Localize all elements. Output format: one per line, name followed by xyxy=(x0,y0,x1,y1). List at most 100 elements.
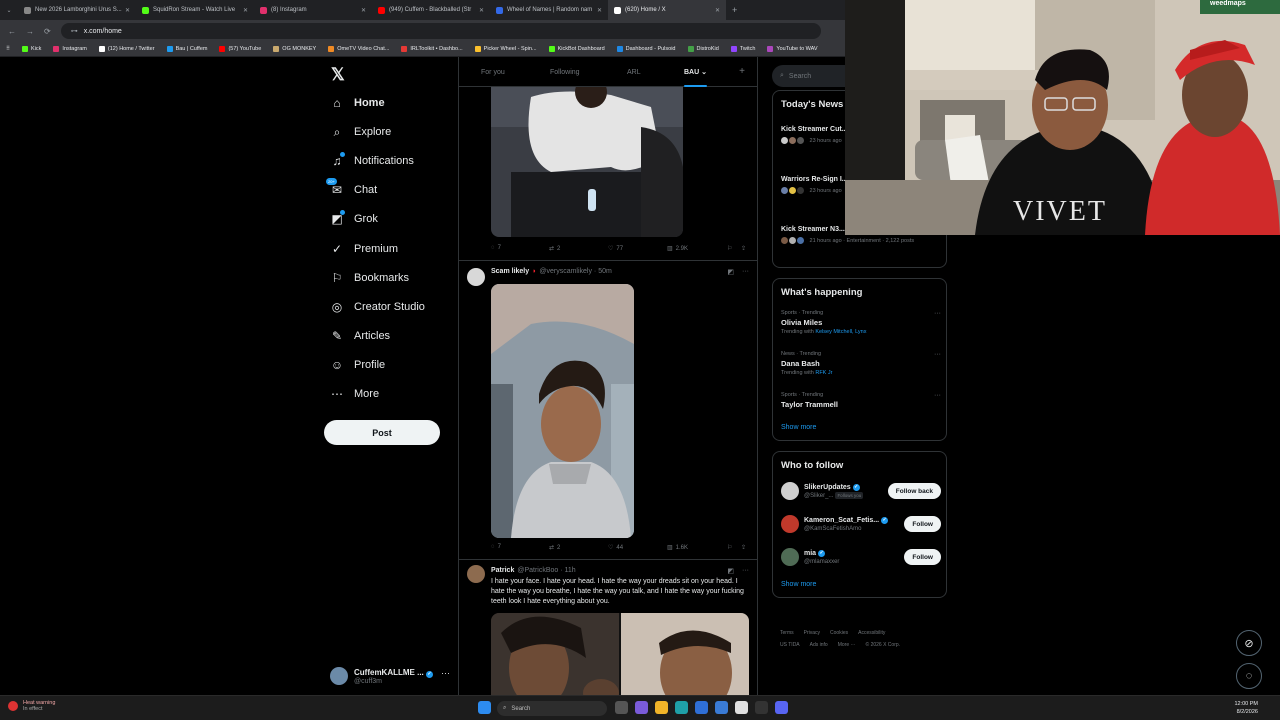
bookmark-item[interactable]: Kick xyxy=(22,46,41,52)
trend-item[interactable]: Sports · Trending Taylor Trammell ··· xyxy=(781,392,941,409)
browser-tab[interactable]: (8) Instagram ✕ xyxy=(254,0,372,20)
tab-close-icon[interactable]: ✕ xyxy=(715,7,720,14)
reload-icon[interactable]: ⟳ xyxy=(44,27,51,36)
obs-icon[interactable] xyxy=(755,701,768,714)
share-icon[interactable]: ⇪ xyxy=(741,544,746,551)
footer-link[interactable]: Cookies xyxy=(830,630,848,636)
task-view-icon[interactable] xyxy=(615,701,628,714)
bookmark-item[interactable]: Dashboard - Pulsoid xyxy=(616,46,676,52)
views-button[interactable]: ▥ 1.6K xyxy=(667,544,688,552)
copilot-icon[interactable] xyxy=(635,701,648,714)
footer-link[interactable]: Ads info xyxy=(810,642,828,648)
sidebar-item-profile[interactable]: ☺ Profile xyxy=(330,358,385,372)
bookmark-item[interactable]: KickBot Dashboard xyxy=(548,46,605,52)
like-button[interactable]: ♡ 77 xyxy=(608,245,623,253)
author-handle[interactable]: @PatrickBoo · 11h xyxy=(517,567,575,574)
footer-link[interactable]: Privacy xyxy=(804,630,820,636)
chrome-icon[interactable] xyxy=(735,701,748,714)
avatar[interactable] xyxy=(467,565,485,583)
account-switcher[interactable]: CuffemKALLME ... ✓ @cuff3m ··· xyxy=(330,662,450,690)
post-button[interactable]: Post xyxy=(324,420,440,445)
bookmark-button[interactable]: ⚐ xyxy=(727,544,732,551)
like-button[interactable]: ♡ 44 xyxy=(608,544,623,552)
author-handle[interactable]: @veryscamlikely · 50m xyxy=(539,268,611,275)
grok-icon[interactable]: ⊘ xyxy=(1236,630,1262,656)
sidebar-item-creator-studio[interactable]: ◎ Creator Studio xyxy=(330,300,425,314)
bookmark-item[interactable]: OG MONKEY xyxy=(273,46,316,52)
discord-icon[interactable] xyxy=(775,701,788,714)
sidebar-item-more[interactable]: ⋯ More xyxy=(330,387,379,401)
grok-icon[interactable]: ◩ xyxy=(727,567,734,575)
post-video[interactable] xyxy=(491,87,683,237)
more-icon[interactable]: ··· xyxy=(742,567,749,575)
show-more-link[interactable]: Show more xyxy=(781,581,816,588)
forward-icon[interactable]: → xyxy=(26,27,34,36)
follow-button[interactable]: Follow xyxy=(904,516,941,532)
repost-button[interactable]: ⇄ 2 xyxy=(549,544,560,552)
post-video[interactable] xyxy=(491,613,749,695)
footer-link[interactable]: Accessibility xyxy=(858,630,885,636)
file-explorer-icon[interactable] xyxy=(655,701,668,714)
browser-tab[interactable]: (949) Cuffem - Blackballed (Str ✕ xyxy=(372,0,490,20)
reply-button[interactable]: ◌ 7 xyxy=(491,245,501,251)
tab-arl[interactable]: ARL xyxy=(627,57,641,87)
weather-widget[interactable]: Heat warning In effect xyxy=(8,700,55,712)
bookmark-item[interactable]: Instagram xyxy=(53,46,87,52)
browser-tab[interactable]: Wheel of Names | Random nam ✕ xyxy=(490,0,608,20)
follow-back-button[interactable]: Follow back xyxy=(887,483,941,499)
views-button[interactable]: ▥ 2.9K xyxy=(667,245,688,253)
more-icon[interactable]: ··· xyxy=(934,351,941,358)
follow-suggestion[interactable]: mia ✓ @mlamaxxer Follow xyxy=(781,545,941,569)
footer-link[interactable]: Terms xyxy=(780,630,794,636)
footer-link[interactable]: More ··· xyxy=(838,642,856,648)
tab-bau[interactable]: BAU ⌄ xyxy=(684,57,707,87)
edge-icon[interactable] xyxy=(675,701,688,714)
new-tab-icon[interactable]: + xyxy=(726,5,743,15)
apps-icon[interactable]: ⠿ xyxy=(6,46,10,52)
tab-search-icon[interactable]: ⌄ xyxy=(0,7,18,14)
bookmark-item[interactable]: (12) Home / Twitter xyxy=(98,46,155,52)
trend-item[interactable]: Sports · Trending Olivia Miles Trending … xyxy=(781,310,941,335)
bookmark-item[interactable]: Picker Wheel - Spin... xyxy=(474,46,537,52)
mail-icon[interactable] xyxy=(715,701,728,714)
more-icon[interactable]: ··· xyxy=(441,668,450,678)
author-name[interactable]: Patrick xyxy=(491,567,514,574)
windows-start-icon[interactable] xyxy=(478,701,491,714)
sidebar-item-articles[interactable]: ✎ Articles xyxy=(330,329,390,343)
share-icon[interactable]: ⇪ xyxy=(741,245,746,252)
tab-following[interactable]: Following xyxy=(550,57,580,87)
bookmark-item[interactable]: Bau | Cuffem xyxy=(166,46,207,52)
tab-for-you[interactable]: For you xyxy=(481,57,505,87)
bookmark-item[interactable]: YouTube to WAV xyxy=(767,46,818,52)
more-icon[interactable]: ··· xyxy=(742,268,749,276)
bookmark-item[interactable]: (57) YouTube xyxy=(219,46,261,52)
x-logo-icon[interactable]: 𝕏 xyxy=(331,65,345,85)
repost-button[interactable]: ⇄ 2 xyxy=(549,245,560,253)
add-tab-icon[interactable]: + xyxy=(739,66,745,77)
browser-tab[interactable]: SquidRon Stream - Watch Live ✕ xyxy=(136,0,254,20)
tab-close-icon[interactable]: ✕ xyxy=(125,7,130,14)
taskbar-search[interactable]: ⌕ Search xyxy=(497,701,607,716)
show-more-link[interactable]: Show more xyxy=(781,424,816,431)
store-icon[interactable] xyxy=(695,701,708,714)
trend-item[interactable]: News · Trending Dana Bash Trending with … xyxy=(781,351,941,376)
site-info-icon[interactable]: ⊶ xyxy=(71,27,78,35)
browser-tab-active[interactable]: (620) Home / X ✕ xyxy=(608,0,726,20)
author-name[interactable]: Scam likely xyxy=(491,268,529,275)
tab-close-icon[interactable]: ✕ xyxy=(597,7,602,14)
avatar[interactable] xyxy=(467,268,485,286)
follow-button[interactable]: Follow xyxy=(904,549,941,565)
messages-icon[interactable]: ◌ xyxy=(1236,663,1262,689)
bookmark-item[interactable]: Twitch xyxy=(730,46,755,52)
reply-button[interactable]: ◌ 7 xyxy=(491,544,501,550)
sidebar-item-notifications[interactable]: ♫ Notifications xyxy=(330,152,414,168)
sidebar-item-explore[interactable]: ⌕ Explore xyxy=(330,125,392,139)
bookmark-item[interactable]: IRLToolkit • Dashbo... xyxy=(401,46,463,52)
follow-suggestion[interactable]: SlikerUpdates ✓ @Sliker_... Follows you Fo… xyxy=(781,479,941,503)
tab-close-icon[interactable]: ✕ xyxy=(361,7,366,14)
sidebar-item-home[interactable]: ⌂ Home xyxy=(330,96,384,110)
more-icon[interactable]: ··· xyxy=(934,310,941,317)
browser-tab[interactable]: New 2026 Lamborghini Urus S... ✕ xyxy=(18,0,136,20)
url-bar[interactable]: ⊶ x.com/home xyxy=(60,23,821,39)
back-icon[interactable]: ← xyxy=(8,27,16,36)
